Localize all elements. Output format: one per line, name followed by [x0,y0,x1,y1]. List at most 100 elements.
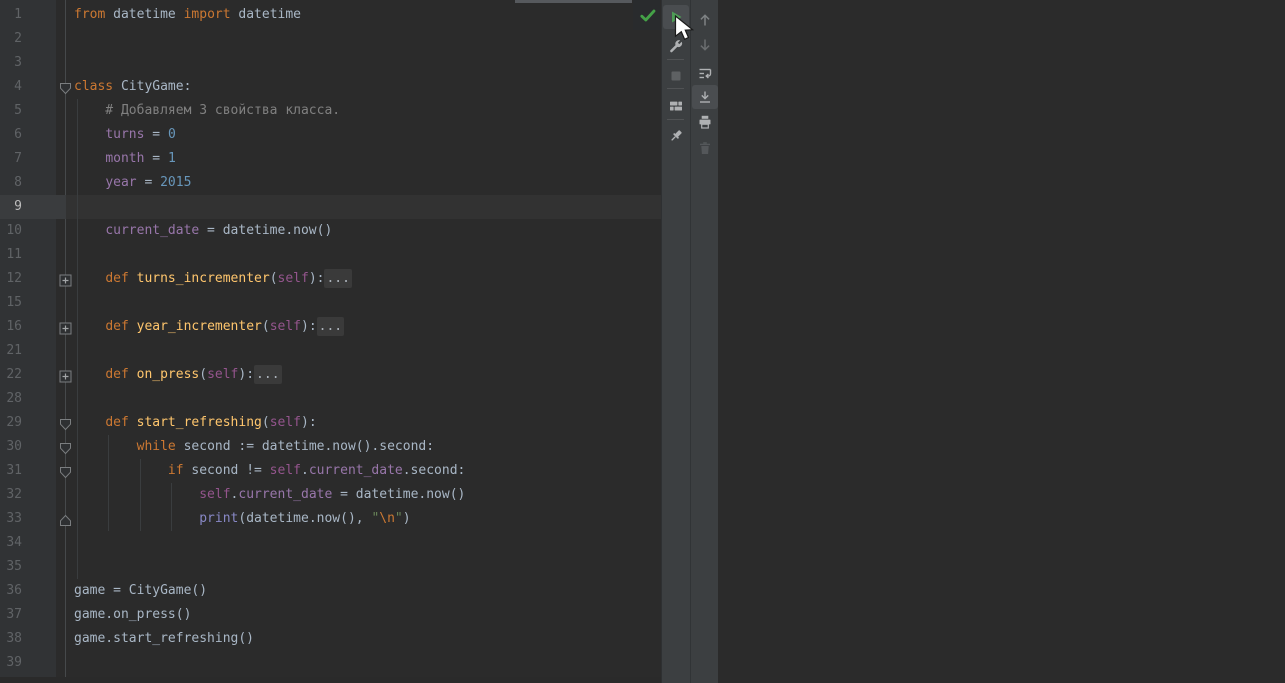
scroll-to-end-button[interactable] [692,85,718,109]
arrow-down-button[interactable] [692,33,718,57]
code-line-32[interactable]: 32 self.current_date = datetime.now() [0,483,661,507]
line-number: 5 [14,103,22,118]
line-number: 6 [14,127,22,142]
code-line-12[interactable]: 12 def turns_incrementer(self):... [0,267,661,291]
trash-icon [700,142,710,154]
fold-marker-closed-icon[interactable] [59,272,72,287]
line-number: 22 [6,367,22,382]
code-line-22[interactable]: 22 def on_press(self):... [0,363,661,387]
code-line-29[interactable]: 29 def start_refreshing(self): [0,411,661,435]
code-line-36[interactable]: 36 game = CityGame() [0,579,661,603]
print-icon [699,115,711,129]
line-number: 21 [6,343,22,358]
arrow-up-button[interactable] [692,8,718,32]
code-text: while second := datetime.now().second: [136,439,435,454]
pin-icon [671,130,682,141]
line-number: 33 [6,511,22,526]
code-text: game = CityGame() [74,583,208,598]
code-line-15[interactable]: 15 [0,291,661,315]
code-text: def turns_incrementer(self):... [105,269,352,288]
line-number: 28 [6,391,22,406]
code-line-3[interactable]: 3 [0,51,661,75]
code-line-16[interactable]: 16 def year_incrementer(self):... [0,315,661,339]
code-line-6[interactable]: 6 turns = 0 [0,123,661,147]
restore-layout-icon [670,101,682,111]
code-line-1[interactable]: 1 from datetime import datetime [0,3,661,27]
line-number: 1 [14,7,22,22]
indent-guide [77,531,78,555]
fold-marker-open-icon[interactable] [59,416,72,431]
line-number: 36 [6,583,22,598]
code-line-34[interactable]: 34 [0,531,661,555]
fold-marker-closed-icon[interactable] [59,368,72,383]
line-number: 39 [6,655,22,670]
stop-icon [671,71,681,81]
code-text: turns = 0 [105,127,176,142]
code-line-7[interactable]: 7 month = 1 [0,147,661,171]
folded-code-badge[interactable]: ... [254,365,282,384]
fold-marker-end-icon[interactable] [59,512,72,526]
code-text: def year_incrementer(self):... [105,317,345,336]
check-icon[interactable] [639,7,657,28]
code-line-8[interactable]: 8 year = 2015 [0,171,661,195]
code-line-33[interactable]: 33 print(datetime.now(), "\n") [0,507,661,531]
line-number: 16 [6,319,22,334]
indent-guide [77,339,78,363]
run-console-output[interactable] [718,0,1285,683]
code-line-30[interactable]: 30 while second := datetime.now().second… [0,435,661,459]
indent-guide [77,291,78,315]
folded-code-badge[interactable]: ... [324,269,352,288]
code-line-37[interactable]: 37 game.on_press() [0,603,661,627]
code-line-11[interactable]: 11 [0,243,661,267]
toolbar-separator [667,88,684,89]
code-line-21[interactable]: 21 [0,339,661,363]
code-line-31[interactable]: 31 if second != self.current_date.second… [0,459,661,483]
pin-button[interactable] [663,124,689,148]
code-line-9[interactable]: 9 [0,195,661,219]
code-line-10[interactable]: 10 current_date = datetime.now() [0,219,661,243]
print-button[interactable] [692,110,718,134]
editor-bottom-edge [0,677,661,683]
code-text: def start_refreshing(self): [105,415,317,430]
fold-marker-open-icon[interactable] [59,440,72,455]
line-number: 38 [6,631,22,646]
code-text: self.current_date = datetime.now() [199,487,466,502]
code-text: month = 1 [105,151,176,166]
fold-marker-open-icon[interactable] [59,464,72,479]
mouse-pointer-icon [674,14,695,45]
stop-button[interactable] [663,64,689,88]
trash-button[interactable] [692,136,718,160]
code-line-2[interactable]: 2 [0,27,661,51]
soft-wrap-icon [699,68,712,79]
line-number: 15 [6,295,22,310]
code-line-5[interactable]: 5 # Добавляем 3 свойства класса. [0,99,661,123]
indent-guide [77,243,78,267]
indent-guide [77,195,78,219]
run-toolbar [661,0,690,683]
code-text: def on_press(self):... [105,365,282,384]
line-number: 11 [6,247,22,262]
line-number: 35 [6,559,22,574]
code-text: print(datetime.now(), "\n") [199,511,411,526]
code-text: game.on_press() [74,607,192,622]
code-line-28[interactable]: 28 [0,387,661,411]
restore-layout-button[interactable] [663,94,689,118]
editor[interactable]: 1 from datetime import datetime 2 3 4 class C… [0,0,661,683]
code-text: class CityGame: [74,79,192,94]
line-number: 2 [14,31,22,46]
toolbar-separator [667,119,684,120]
code-line-38[interactable]: 38 game.start_refreshing() [0,627,661,651]
code-text: # Добавляем 3 свойства класса. [74,103,341,118]
arrow-up-icon [700,14,710,26]
code-line-4[interactable]: 4 class CityGame: [0,75,661,99]
code-line-35[interactable]: 35 [0,555,661,579]
fold-marker-closed-icon[interactable] [59,320,72,335]
line-number: 10 [6,223,22,238]
line-number: 37 [6,607,22,622]
fold-marker-open-icon[interactable] [59,80,72,95]
top-edge-bar-editor [515,0,632,3]
folded-code-badge[interactable]: ... [316,317,345,336]
soft-wrap-button[interactable] [692,62,718,86]
code-line-39[interactable]: 39 [0,651,661,675]
line-number: 9 [14,199,22,214]
